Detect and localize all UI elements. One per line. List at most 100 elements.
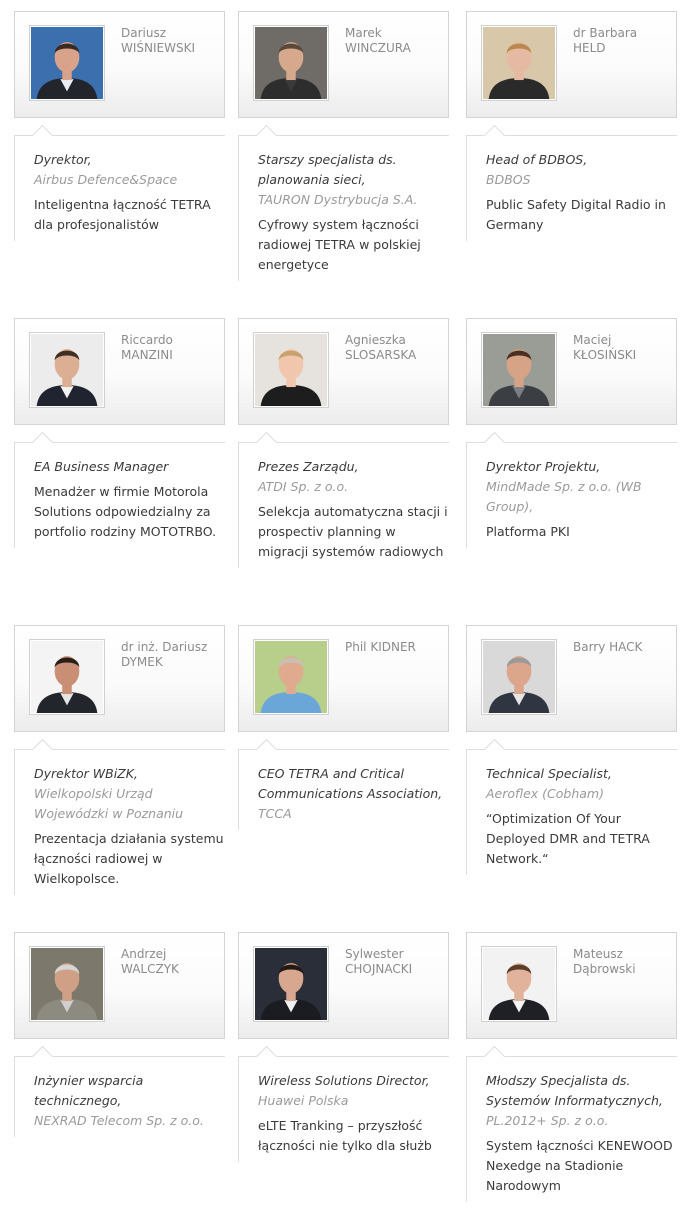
pointer-notch [255, 738, 278, 761]
speaker-card[interactable]: Mateusz Dąbrowski [466, 932, 677, 1039]
speaker-last-name: WINCZURA [345, 41, 411, 55]
pointer-notch [31, 738, 54, 761]
speaker-role: CEO TETRA and Critical Communications As… [258, 766, 443, 801]
speaker-last-name: MANZINI [121, 348, 173, 362]
pointer-notch [31, 124, 54, 147]
speaker-role: Dyrektor Projektu, [486, 459, 601, 474]
speaker-first-name: Andrzej [121, 947, 167, 961]
speaker-name: Maciej KŁOSIŃSKI [573, 333, 673, 363]
speaker-company: NEXRAD Telecom Sp. z o.o. [34, 1113, 204, 1128]
speaker-name: dr inż. Dariusz DYMEK [121, 640, 221, 670]
speaker-talk-title: “Optimization Of Your Deployed DMR and T… [486, 811, 650, 866]
speaker-first-name: Agnieszka [345, 333, 406, 347]
speaker-talk-title: Inteligentna łączność TETRA dla profesjo… [34, 197, 211, 232]
speaker-name: dr Barbara HELD [573, 26, 673, 56]
speaker-photo[interactable] [253, 639, 329, 715]
speaker-first-name: Riccardo [121, 333, 173, 347]
speaker-company: Aeroflex (Cobham) [486, 786, 604, 801]
speaker-company: TAURON Dystrybucja S.A. [258, 192, 418, 207]
speaker-card[interactable]: Barry HACK [466, 625, 677, 732]
speaker-last-name: SLOSARSKA [345, 348, 417, 362]
speaker-role: Dyrektor WBiZK, [34, 766, 138, 781]
speaker-card[interactable]: dr Barbara HELD [466, 11, 677, 118]
speaker-card[interactable]: Riccardo MANZINI [14, 318, 225, 425]
speaker-info: Starszy specjalista ds. planowania sieci… [238, 124, 449, 281]
speaker-name: Andrzej WALCZYK [121, 947, 221, 977]
speaker-company: ATDI Sp. z o.o. [258, 479, 349, 494]
speaker-role: Starszy specjalista ds. planowania sieci… [258, 152, 397, 187]
speaker-company: Huawei Polska [258, 1093, 349, 1108]
speaker-role: Inżynier wsparcia technicznego, [34, 1073, 144, 1108]
speaker-first-name: Marek [345, 26, 382, 40]
speaker-photo[interactable] [253, 332, 329, 408]
speaker-role: Wireless Solutions Director, [258, 1073, 430, 1088]
speaker-last-name: HELD [573, 41, 606, 55]
speaker-last-name: WIŚNIEWSKI [121, 41, 196, 55]
speaker-talk-title: Cyfrowy system łączności radiowej TETRA … [258, 217, 421, 272]
speaker-first-name: Mateusz [573, 947, 623, 961]
speaker-name: Barry HACK [573, 640, 673, 655]
speaker-company: Wielkopolski Urząd Wojewódzki w Poznaniu [34, 786, 184, 821]
speaker-card[interactable]: Sylwester CHOJNACKI [238, 932, 449, 1039]
speaker-talk-title: Menadżer w firmie Motorola Solutions odp… [34, 484, 217, 539]
speaker-photo[interactable] [29, 946, 105, 1022]
pointer-notch [255, 1045, 278, 1068]
speaker-role: Head of BDBOS, [486, 152, 588, 167]
speaker-photo[interactable] [253, 25, 329, 101]
speaker-info: Dyrektor Projektu, MindMade Sp. z o.o. (… [466, 431, 677, 548]
speaker-talk-title: System łączności KENEWOOD Nexedge na Sta… [486, 1138, 673, 1193]
speaker-first-name: dr inż. Dariusz [121, 640, 208, 654]
speaker-photo[interactable] [29, 332, 105, 408]
speaker-first-name: dr Barbara [573, 26, 638, 40]
speaker-company: MindMade Sp. z o.o. (WB Group), [486, 479, 642, 514]
speaker-last-name: Phil KIDNER [345, 640, 416, 654]
speaker-last-name: CHOJNACKI [345, 962, 413, 976]
speaker-photo[interactable] [481, 946, 557, 1022]
speaker-talk-title: Selekcja automatyczna stacji i prospecti… [258, 504, 448, 559]
speaker-role: Technical Specialist, [486, 766, 612, 781]
speaker-name: Sylwester CHOJNACKI [345, 947, 445, 977]
speaker-name: Riccardo MANZINI [121, 333, 221, 363]
speaker-card[interactable]: Maciej KŁOSIŃSKI [466, 318, 677, 425]
speaker-photo[interactable] [481, 639, 557, 715]
speaker-photo[interactable] [29, 639, 105, 715]
speaker-photo[interactable] [29, 25, 105, 101]
speaker-last-name: Dąbrowski [573, 962, 636, 976]
pointer-notch [31, 1045, 54, 1068]
speaker-company: BDBOS [486, 172, 531, 187]
pointer-notch [483, 431, 506, 454]
speaker-last-name: Barry HACK [573, 640, 643, 654]
speaker-name: Agnieszka SLOSARSKA [345, 333, 445, 363]
pointer-notch [483, 124, 506, 147]
speaker-photo[interactable] [481, 332, 557, 408]
pointer-notch [255, 124, 278, 147]
pointer-notch [483, 738, 506, 761]
speaker-info: EA Business Manager Menadżer w firmie Mo… [14, 431, 225, 548]
speaker-talk-title: Public Safety Digital Radio in Germany [486, 197, 666, 232]
speaker-first-name: Sylwester [345, 947, 404, 961]
speaker-company: TCCA [258, 806, 292, 821]
speaker-name: Phil KIDNER [345, 640, 445, 655]
speaker-last-name: DYMEK [121, 655, 163, 669]
speaker-company: Airbus Defence&Space [34, 172, 178, 187]
speaker-name: Dariusz WIŚNIEWSKI [121, 26, 221, 56]
speaker-info: Technical Specialist, Aeroflex (Cobham) … [466, 738, 677, 875]
speaker-card[interactable]: Andrzej WALCZYK [14, 932, 225, 1039]
speaker-card[interactable]: Agnieszka SLOSARSKA [238, 318, 449, 425]
speaker-role: Prezes Zarządu, [258, 459, 359, 474]
speaker-talk-title: Platforma PKI [486, 524, 570, 539]
speaker-last-name: WALCZYK [121, 962, 179, 976]
speaker-card[interactable]: Dariusz WIŚNIEWSKI [14, 11, 225, 118]
speaker-card[interactable]: Phil KIDNER [238, 625, 449, 732]
speaker-card[interactable]: dr inż. Dariusz DYMEK [14, 625, 225, 732]
speaker-card[interactable]: Marek WINCZURA [238, 11, 449, 118]
pointer-notch [31, 431, 54, 454]
speaker-info: CEO TETRA and Critical Communications As… [238, 738, 449, 830]
speaker-info: Dyrektor, Airbus Defence&Space Inteligen… [14, 124, 225, 241]
speaker-role: EA Business Manager [34, 459, 169, 474]
speaker-info: Prezes Zarządu, ATDI Sp. z o.o. Selekcja… [238, 431, 449, 568]
speaker-info: Inżynier wsparcia technicznego, NEXRAD T… [14, 1045, 225, 1137]
speaker-photo[interactable] [481, 25, 557, 101]
speaker-photo[interactable] [253, 946, 329, 1022]
speaker-role: Dyrektor, [34, 152, 92, 167]
